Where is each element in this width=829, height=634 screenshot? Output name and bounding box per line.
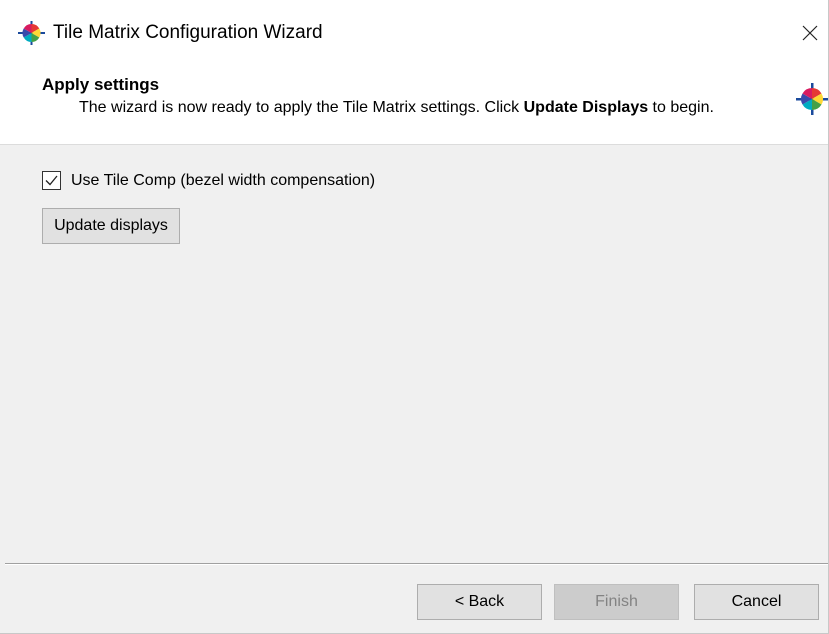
color-wheel-icon	[18, 21, 45, 45]
window-title: Tile Matrix Configuration Wizard	[53, 22, 323, 43]
close-icon	[802, 25, 818, 41]
tile-comp-option[interactable]: Use Tile Comp (bezel width compensation)	[42, 171, 375, 190]
footer-divider-highlight	[5, 564, 828, 565]
description-text: The wizard is now ready to apply the Til…	[79, 99, 524, 116]
wizard-window: Tile Matrix Configuration Wizard Apply s…	[0, 0, 829, 634]
finish-button[interactable]: Finish	[554, 584, 679, 620]
tile-comp-label: Use Tile Comp (bezel width compensation)	[71, 171, 376, 189]
color-wheel-icon	[796, 83, 828, 115]
description-emphasis: Update Displays	[523, 99, 649, 116]
description-text-end: to begin.	[648, 99, 714, 116]
wizard-header: Apply settings The wizard is now ready t…	[0, 66, 828, 145]
checkmark-icon	[45, 175, 58, 186]
tile-comp-checkbox[interactable]	[42, 171, 61, 190]
update-displays-button[interactable]: Update displays	[42, 208, 180, 244]
back-button[interactable]: < Back	[417, 584, 542, 620]
page-description: The wizard is now ready to apply the Til…	[79, 98, 779, 118]
cancel-button[interactable]: Cancel	[694, 584, 819, 620]
wizard-content: Use Tile Comp (bezel width compensation)…	[0, 145, 828, 563]
title-bar: Tile Matrix Configuration Wizard	[0, 0, 828, 66]
close-button[interactable]	[792, 14, 828, 52]
page-title: Apply settings	[42, 75, 160, 94]
